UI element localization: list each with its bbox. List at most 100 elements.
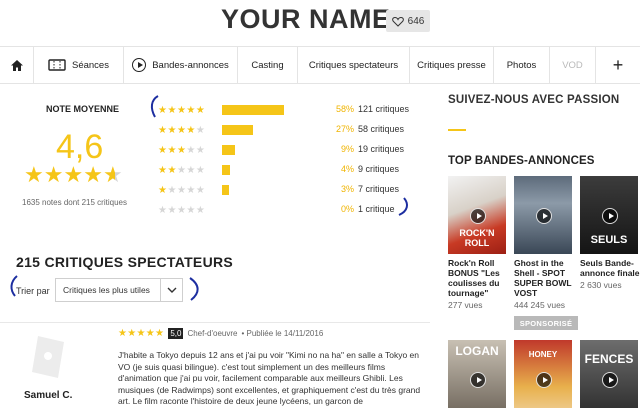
- favorite-button[interactable]: 646: [386, 10, 430, 32]
- reviews-title: 215 CRITIQUES SPECTATEURS: [16, 254, 234, 270]
- nav-critiques-spectateurs[interactable]: Critiques spectateurs: [298, 47, 410, 83]
- nav-critiques-presse-label: Critiques presse: [417, 59, 486, 71]
- distribution-stars: ★★★★★: [158, 184, 206, 196]
- trailer-poster[interactable]: SEULS: [580, 176, 638, 254]
- distribution-percent: 9%: [340, 144, 354, 154]
- rating-label: NOTE MOYENNE: [46, 104, 120, 114]
- distribution-bar: [222, 185, 229, 195]
- distribution-stars: ★★★★★: [158, 124, 206, 136]
- nav-casting[interactable]: Casting: [238, 47, 298, 83]
- trailer-caption[interactable]: Seuls Bande-annonce finale: [580, 258, 640, 278]
- nav-photos[interactable]: Photos: [494, 47, 550, 83]
- star-icon: ★: [83, 162, 103, 187]
- nav-bandes-annonces-label: Bandes-annonces: [152, 59, 229, 71]
- play-icon: [470, 208, 486, 224]
- review-date: • Publiée le 14/11/2016: [241, 329, 324, 338]
- distribution-row[interactable]: ★★★★★ 58% 121 critiques: [158, 100, 418, 120]
- distribution-row[interactable]: ★★★★★ 4% 9 critiques: [158, 160, 418, 180]
- distribution-row[interactable]: ★★★★★ 9% 19 critiques: [158, 140, 418, 160]
- distribution-percent: 4%: [340, 164, 354, 174]
- nav-critiques-spectateurs-label: Critiques spectateurs: [308, 59, 399, 71]
- header: YOUR NAME 646: [0, 0, 640, 46]
- play-circle-icon: [132, 58, 147, 72]
- movie-nav: Séances Bandes-annonces Casting Critique…: [0, 46, 640, 84]
- distribution-count: 19 critiques: [358, 144, 405, 154]
- play-icon: [602, 208, 618, 224]
- nav-casting-label: Casting: [251, 59, 284, 71]
- accent-divider: [448, 129, 466, 131]
- distribution-percent: 0%: [340, 204, 354, 214]
- trailer-poster[interactable]: LOGAN: [448, 340, 506, 408]
- trailer-poster[interactable]: ROCK'N ROLL: [448, 176, 506, 254]
- heart-icon: [391, 16, 404, 27]
- rating-stars: ★★★★★: [24, 162, 123, 188]
- trailer-caption[interactable]: Ghost in the Shell - SPOT SUPER BOWL VOS…: [514, 258, 576, 298]
- distribution-count: 1 critique: [358, 204, 395, 214]
- nav-photos-label: Photos: [506, 59, 537, 71]
- follow-title: SUIVEZ-NOUS AVEC PASSION: [448, 94, 620, 106]
- distribution-percent: 3%: [340, 184, 354, 194]
- annotation-mark: [150, 95, 159, 118]
- nav-seances[interactable]: Séances: [34, 47, 124, 83]
- poster-title: FENCES: [584, 352, 634, 366]
- distribution-stars: ★★★★★: [158, 144, 206, 156]
- nav-vod[interactable]: VOD: [550, 47, 596, 83]
- distribution-row[interactable]: ★★★★★ 3% 7 critiques: [158, 180, 418, 200]
- distribution-count: 58 critiques: [358, 124, 405, 134]
- distribution-row[interactable]: ★★★★★ 0% 1 critique: [158, 200, 418, 220]
- page-title: YOUR NAME: [221, 4, 391, 34]
- distribution-bar: [222, 165, 230, 175]
- review-meta: ★★★★★ 5,0 Chef-d'oeuvre • Publiée le 14/…: [118, 328, 323, 339]
- sort-label: Trier par: [16, 286, 50, 296]
- nav-critiques-presse[interactable]: Critiques presse: [410, 47, 494, 83]
- plus-icon: +: [612, 54, 624, 75]
- annotation-mark: [189, 277, 199, 301]
- nav-vod-label: VOD: [562, 59, 583, 71]
- distribution-count: 121 critiques: [358, 104, 410, 114]
- review-stars: ★★★★★: [118, 328, 165, 339]
- review-text: J'habite a Tokyo depuis 12 ans et j'ai p…: [118, 350, 421, 406]
- ticket-icon: [48, 59, 66, 71]
- star-icon: ★: [43, 162, 64, 187]
- sort-select-value: Critiques les plus utiles: [63, 285, 150, 295]
- distribution-count: 9 critiques: [358, 164, 400, 174]
- nav-home[interactable]: [0, 47, 34, 83]
- chevron-down-icon: [160, 279, 182, 301]
- annotation-mark: [398, 197, 408, 216]
- nav-bandes-annonces[interactable]: Bandes-annonces: [124, 47, 238, 83]
- trailer-poster[interactable]: [514, 176, 572, 254]
- trailer-poster[interactable]: FENCES: [580, 340, 638, 408]
- distribution-bar: [222, 105, 284, 115]
- trailer-caption[interactable]: Rock'n Roll BONUS "Les coulisses du tour…: [448, 258, 510, 298]
- divider: [0, 322, 430, 323]
- distribution-bar: [222, 125, 253, 135]
- top-trailers-title: TOP BANDES-ANNONCES: [448, 155, 595, 167]
- nav-seances-label: Séances: [72, 59, 109, 71]
- distribution-count: 7 critiques: [358, 184, 400, 194]
- distribution-stars: ★★★★★: [158, 164, 206, 176]
- trailer-views: 444 245 vues: [514, 300, 566, 310]
- user-ticket-icon: [32, 336, 64, 378]
- poster-title: LOGAN: [455, 344, 499, 358]
- play-icon: [602, 372, 618, 388]
- poster-title: HONEY: [528, 350, 558, 359]
- poster-title: ROCK'N ROLL: [459, 228, 495, 248]
- home-icon: [10, 59, 23, 71]
- trailer-views: 2 630 vues: [580, 280, 622, 290]
- distribution-bar: [222, 145, 235, 155]
- sort-select[interactable]: Critiques les plus utiles: [55, 278, 183, 302]
- poster-title: SEULS: [590, 234, 628, 246]
- distribution-stars: ★★★★★: [158, 204, 206, 216]
- trailer-poster[interactable]: HONEY: [514, 340, 572, 408]
- sponsored-badge: SPONSORISÉ: [514, 316, 578, 330]
- distribution-percent: 58%: [335, 104, 354, 114]
- rating-count: 1635 notes dont 215 critiques: [22, 198, 127, 207]
- nav-more-button[interactable]: +: [596, 47, 640, 83]
- distribution-row[interactable]: ★★★★★ 27% 58 critiques: [158, 120, 418, 140]
- sidebar: SUIVEZ-NOUS AVEC PASSION TOP BANDES-ANNO…: [438, 84, 640, 408]
- trailer-views: 277 vues: [448, 300, 483, 310]
- review-author[interactable]: Samuel C.: [24, 390, 72, 401]
- star-icon: ★: [63, 162, 84, 187]
- distribution-percent: 27%: [335, 124, 354, 134]
- play-icon: [470, 372, 486, 388]
